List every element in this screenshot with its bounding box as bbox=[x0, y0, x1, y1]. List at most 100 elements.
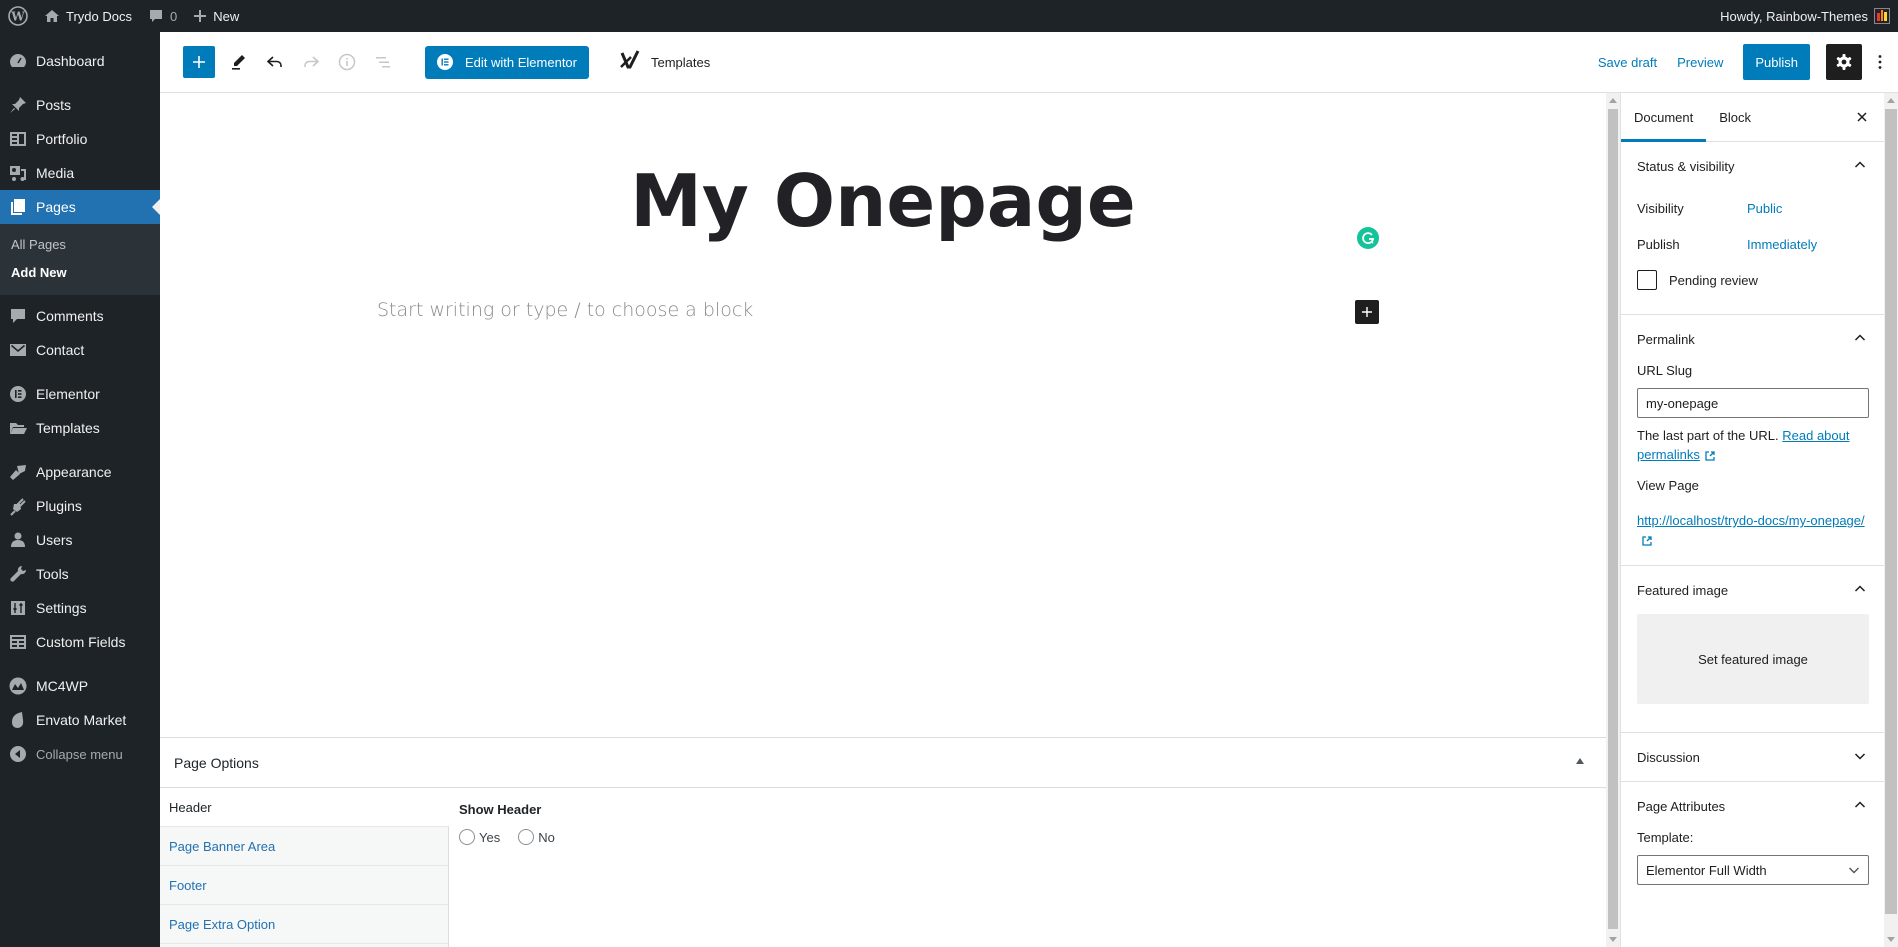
sidebar-item-templates[interactable]: Templates bbox=[0, 411, 160, 445]
grammarly-icon[interactable] bbox=[1357, 227, 1379, 249]
elementor-logo-icon bbox=[437, 54, 453, 70]
radio-no[interactable] bbox=[518, 829, 535, 845]
metabox-header[interactable]: Page Options bbox=[160, 738, 1606, 788]
scrollbar-thumb[interactable] bbox=[1885, 109, 1897, 914]
show-header-yes[interactable]: Yes bbox=[459, 829, 500, 845]
settings-scrollbar[interactable] bbox=[1884, 93, 1898, 947]
submenu-add-new[interactable]: Add New bbox=[0, 259, 160, 287]
metabox-tab-page-extra-option[interactable]: Page Extra Option bbox=[160, 905, 448, 944]
sidebar-item-media[interactable]: Media bbox=[0, 156, 160, 190]
block-placeholder[interactable]: Start writing or type / to choose a bloc… bbox=[377, 299, 753, 321]
visibility-toggle[interactable]: Public bbox=[1747, 201, 1782, 216]
template-select[interactable]: Elementor Full Width bbox=[1637, 855, 1869, 885]
panel-title: Featured image bbox=[1637, 582, 1729, 598]
sidebar-item-mc4wp[interactable]: MC4WP bbox=[0, 669, 160, 703]
edit-with-elementor-button[interactable]: Edit with Elementor bbox=[425, 45, 589, 79]
sidebar-item-plugins[interactable]: Plugins bbox=[0, 489, 160, 523]
plus-icon bbox=[1362, 307, 1372, 317]
metabox-title: Page Options bbox=[174, 754, 259, 771]
set-featured-image-button[interactable]: Set featured image bbox=[1637, 614, 1869, 704]
close-settings-button[interactable] bbox=[1850, 105, 1874, 129]
sidebar-item-tools[interactable]: Tools bbox=[0, 557, 160, 591]
preview-button[interactable]: Preview bbox=[1667, 55, 1733, 70]
editor-canvas: My Onepage Start writing or type / to ch… bbox=[160, 93, 1606, 737]
panel-title: Discussion bbox=[1637, 749, 1700, 765]
panel-toggle[interactable]: Permalink bbox=[1621, 315, 1884, 363]
radio-yes-label: Yes bbox=[479, 829, 501, 845]
collapse-toggle-icon[interactable] bbox=[1576, 758, 1584, 764]
new-content-link[interactable]: New bbox=[185, 0, 247, 32]
templates-button[interactable]: Templates bbox=[619, 49, 710, 75]
sidebar-item-users[interactable]: Users bbox=[0, 523, 160, 557]
publish-button[interactable]: Publish bbox=[1743, 44, 1810, 80]
sidebar-item-comments[interactable]: Comments bbox=[0, 299, 160, 333]
sidebar-item-contact[interactable]: Contact bbox=[0, 333, 160, 367]
site-name-link[interactable]: Trydo Docs bbox=[36, 0, 140, 32]
submenu-all-pages[interactable]: All Pages bbox=[0, 231, 160, 259]
sidebar-item-appearance[interactable]: Appearance bbox=[0, 455, 160, 489]
settings-button[interactable] bbox=[1826, 44, 1862, 80]
sidebar-item-settings[interactable]: Settings bbox=[0, 591, 160, 625]
my-account-link[interactable]: Howdy, Rainbow-Themes bbox=[1712, 0, 1894, 32]
tab-block[interactable]: Block bbox=[1706, 93, 1764, 141]
view-page-link[interactable]: http://localhost/trydo-docs/my-onepage/ bbox=[1637, 513, 1865, 528]
help-text: The last part of the URL. bbox=[1637, 428, 1779, 443]
sidebar-item-pages[interactable]: Pages bbox=[0, 190, 160, 224]
site-name: Trydo Docs bbox=[66, 8, 132, 24]
sidebar-item-envato-market[interactable]: Envato Market bbox=[0, 703, 160, 737]
svg-text:W: W bbox=[10, 10, 25, 24]
publish-date-toggle[interactable]: Immediately bbox=[1747, 237, 1817, 252]
radio-yes[interactable] bbox=[459, 829, 475, 845]
save-draft-button[interactable]: Save draft bbox=[1588, 55, 1667, 70]
panel-toggle[interactable]: Page Attributes bbox=[1621, 782, 1884, 830]
sidebar-item-label: Pages bbox=[36, 199, 76, 215]
scroll-down-arrow[interactable] bbox=[1609, 937, 1617, 942]
sidebar-item-elementor[interactable]: Elementor bbox=[0, 377, 160, 411]
panel-toggle[interactable]: Discussion bbox=[1621, 733, 1884, 781]
metabox-tab-header[interactable]: Header bbox=[160, 788, 449, 827]
more-options-button[interactable] bbox=[1862, 44, 1898, 80]
panel-toggle[interactable]: Featured image bbox=[1621, 566, 1884, 614]
radio-no-label: No bbox=[538, 829, 555, 845]
undo-button[interactable] bbox=[257, 44, 293, 80]
sidebar-item-portfolio[interactable]: Portfolio bbox=[0, 122, 160, 156]
sidebar-item-label: Custom Fields bbox=[36, 634, 126, 650]
view-page-label: View Page bbox=[1637, 478, 1699, 493]
sidebar-item-dashboard[interactable]: Dashboard bbox=[0, 44, 160, 78]
tools-button[interactable] bbox=[221, 44, 257, 80]
pending-review-checkbox[interactable] bbox=[1637, 270, 1657, 290]
gear-icon bbox=[1836, 54, 1852, 70]
details-button[interactable] bbox=[329, 44, 365, 80]
editor-scrollbar[interactable] bbox=[1606, 93, 1620, 947]
metabox-tab-page-banner-area[interactable]: Page Banner Area bbox=[160, 827, 448, 866]
sidebar-item-custom-fields[interactable]: Custom Fields bbox=[0, 625, 160, 659]
brush-icon bbox=[8, 462, 28, 482]
sidebar-item-posts[interactable]: Posts bbox=[0, 88, 160, 122]
scrollbar-thumb[interactable] bbox=[1608, 109, 1618, 929]
comments-link[interactable]: 0 bbox=[140, 0, 185, 32]
external-link-icon bbox=[1705, 450, 1715, 461]
block-inserter-button[interactable] bbox=[183, 46, 215, 78]
sidebar-item-label: Tools bbox=[36, 566, 69, 582]
panel-toggle[interactable]: Status & visibility bbox=[1621, 142, 1884, 190]
metabox-tab-footer[interactable]: Footer bbox=[160, 866, 448, 905]
panel-title: Permalink bbox=[1637, 331, 1695, 347]
outline-button[interactable] bbox=[365, 44, 401, 80]
inline-block-inserter-button[interactable] bbox=[1355, 300, 1379, 324]
scroll-down-arrow[interactable] bbox=[1887, 937, 1895, 942]
panel-title: Page Attributes bbox=[1637, 798, 1726, 814]
scroll-up-arrow[interactable] bbox=[1887, 98, 1895, 103]
permalink-panel: Permalink URL Slug my-onepage The last p… bbox=[1621, 315, 1884, 566]
show-header-no[interactable]: No bbox=[518, 829, 555, 845]
collapse-menu-button[interactable]: Collapse menu bbox=[0, 737, 160, 771]
post-title[interactable]: My Onepage bbox=[160, 159, 1606, 243]
url-slug-input[interactable]: my-onepage bbox=[1637, 388, 1869, 418]
sidebar-item-label: Appearance bbox=[36, 464, 112, 480]
scroll-up-arrow[interactable] bbox=[1609, 98, 1617, 103]
tab-document[interactable]: Document bbox=[1621, 93, 1707, 142]
dashboard-icon bbox=[8, 51, 28, 71]
sidebar-item-label: Templates bbox=[36, 420, 100, 436]
redo-button[interactable] bbox=[293, 44, 329, 80]
discussion-panel: Discussion bbox=[1621, 733, 1884, 782]
wordpress-logo-button[interactable]: W bbox=[0, 0, 36, 32]
